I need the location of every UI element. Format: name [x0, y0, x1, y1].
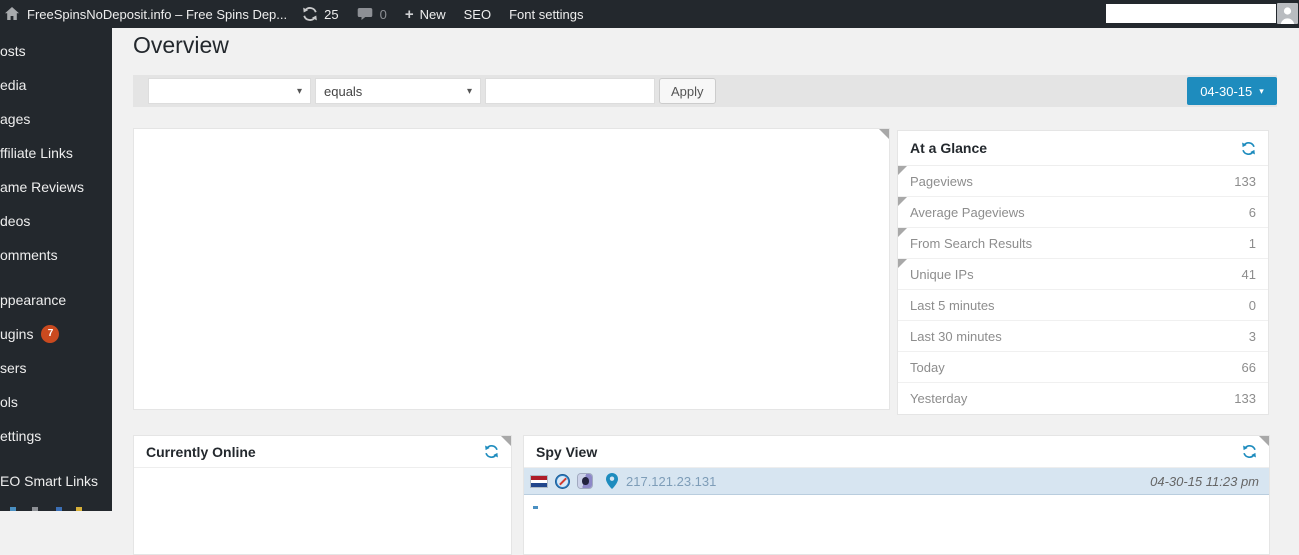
- resize-handle[interactable]: [501, 436, 511, 446]
- seo-menu-link[interactable]: SEO: [464, 0, 491, 28]
- stat-value: 0: [1248, 297, 1256, 313]
- resize-handle[interactable]: [898, 228, 907, 237]
- stat-value: 133: [1234, 391, 1256, 406]
- table-row: Last 30 minutes 3: [898, 321, 1268, 352]
- sidebar-item-plugins[interactable]: ugins 7: [0, 317, 112, 351]
- new-label: New: [419, 6, 446, 22]
- updates-count: 25: [324, 6, 339, 22]
- new-content-link[interactable]: + New: [405, 0, 446, 28]
- stat-label: Last 5 minutes: [910, 297, 995, 313]
- chevron-down-icon: ▾: [1259, 85, 1264, 96]
- at-a-glance-widget: At a Glance Pageviews 133 Average Pagevi…: [897, 130, 1269, 415]
- sidebar-item-settings[interactable]: ettings: [0, 419, 112, 453]
- date-range-button[interactable]: 04-30-15 ▾: [1187, 77, 1277, 105]
- visitor-row: 217.121.23.131 04-30-15 11:23 pm: [524, 468, 1269, 495]
- main-content: Overview ▾ equals ▾ Apply 04-30-15 ▾ At …: [112, 28, 1299, 555]
- sidebar-item-seo-smart-links[interactable]: EO Smart Links: [0, 464, 112, 498]
- refresh-icon[interactable]: [1241, 141, 1256, 156]
- sidebar-item-posts[interactable]: osts: [0, 34, 112, 68]
- stat-label: Average Pageviews: [910, 204, 1025, 220]
- table-row: Last 5 minutes 0: [898, 290, 1268, 321]
- stat-value: 1: [1248, 235, 1256, 251]
- resize-handle[interactable]: [879, 129, 889, 139]
- safari-browser-icon: [555, 473, 570, 489]
- resize-handle[interactable]: [898, 197, 907, 206]
- sidebar-item-pages[interactable]: ages: [0, 102, 112, 136]
- admin-search-input[interactable]: [1106, 4, 1276, 23]
- widget-header: At a Glance: [898, 131, 1268, 166]
- user-avatar-icon[interactable]: [1277, 3, 1298, 24]
- widget-title: At a Glance: [910, 140, 988, 156]
- sidebar-item-partial[interactable]: [0, 498, 112, 532]
- sidebar-item-tools[interactable]: ols: [0, 385, 112, 419]
- comments-link[interactable]: 0: [357, 0, 387, 28]
- widget-title: Currently Online: [146, 443, 256, 460]
- resize-handle[interactable]: [1259, 436, 1269, 446]
- table-row: Yesterday 133: [898, 383, 1268, 414]
- currently-online-widget: Currently Online: [133, 435, 512, 555]
- table-row: Unique IPs 41: [898, 259, 1268, 290]
- visit-timestamp: 04-30-15 11:23 pm: [1150, 473, 1259, 489]
- chevron-down-icon: ▾: [466, 85, 472, 97]
- update-refresh-icon: [302, 6, 318, 22]
- sidebar-item-videos[interactable]: deos: [0, 204, 112, 238]
- table-row: From Search Results 1: [898, 228, 1268, 259]
- home-icon: [4, 6, 20, 22]
- sidebar-item-appearance[interactable]: ppearance: [0, 283, 112, 317]
- stat-value: 133: [1234, 173, 1256, 189]
- stat-value: 66: [1241, 359, 1256, 375]
- sidebar-item-comments[interactable]: omments: [0, 238, 112, 272]
- sidebar-separator: [0, 272, 112, 283]
- site-link[interactable]: FreeSpinsNoDeposit.info – Free Spins Dep…: [4, 0, 287, 28]
- refresh-icon[interactable]: [1242, 444, 1257, 459]
- filter-toolbar: ▾ equals ▾ Apply 04-30-15 ▾: [133, 75, 1277, 107]
- stat-label: Pageviews: [910, 173, 973, 189]
- sidebar-item-affiliate-links[interactable]: ffiliate Links: [0, 136, 112, 170]
- admin-bar: FreeSpinsNoDeposit.info – Free Spins Dep…: [0, 0, 1299, 28]
- stat-value: 41: [1241, 266, 1256, 282]
- visitor-row-partial: [524, 495, 1269, 515]
- resize-handle[interactable]: [898, 259, 907, 268]
- refresh-icon[interactable]: [484, 444, 499, 459]
- widget-header: Currently Online: [134, 436, 511, 468]
- sidebar-item-users[interactable]: sers: [0, 351, 112, 385]
- hits-chart-panel: [133, 128, 890, 410]
- sidebar-separator: [0, 453, 112, 464]
- filter-field-select[interactable]: ▾: [148, 78, 311, 104]
- stat-label: Unique IPs: [910, 266, 974, 282]
- table-row: Today 66: [898, 352, 1268, 383]
- location-pin-icon[interactable]: [606, 473, 618, 489]
- stat-label: From Search Results: [910, 235, 1033, 251]
- sidebar-item-media[interactable]: edia: [0, 68, 112, 102]
- comments-bubble-icon: [357, 7, 374, 22]
- stat-value: 6: [1248, 204, 1256, 220]
- stat-value: 3: [1248, 328, 1256, 344]
- comments-count: 0: [379, 6, 387, 22]
- widget-title: Spy View: [536, 443, 598, 460]
- plus-icon: +: [404, 5, 414, 23]
- spy-view-widget: Spy View 217.121.23.131 04-30-15 11:23 p…: [523, 435, 1270, 555]
- macos-icon: [578, 474, 592, 488]
- widget-header: Spy View: [524, 436, 1269, 468]
- visitor-ip-link[interactable]: 217.121.23.131: [626, 474, 1142, 489]
- sidebar-item-game-reviews[interactable]: ame Reviews: [0, 170, 112, 204]
- updates-link[interactable]: 25: [302, 0, 339, 28]
- resize-handle[interactable]: [898, 166, 907, 175]
- filter-value-input[interactable]: [485, 78, 655, 104]
- stat-label: Last 30 minutes: [910, 328, 1002, 344]
- apply-button[interactable]: Apply: [659, 78, 716, 104]
- page-title: Overview: [133, 32, 229, 58]
- site-name: FreeSpinsNoDeposit.info – Free Spins Dep…: [27, 6, 288, 22]
- table-row: Average Pageviews 6: [898, 197, 1268, 228]
- font-settings-link[interactable]: Font settings: [509, 0, 583, 28]
- plugins-update-badge: 7: [41, 325, 60, 343]
- filter-operator-select[interactable]: equals ▾: [315, 78, 481, 104]
- table-row: Pageviews 133: [898, 166, 1268, 197]
- stat-label: Yesterday: [910, 391, 968, 406]
- netherlands-flag-icon: [531, 475, 547, 487]
- stat-label: Today: [910, 359, 945, 375]
- sidebar: osts edia ages ffiliate Links ame Review…: [0, 28, 112, 511]
- chevron-down-icon: ▾: [296, 85, 302, 97]
